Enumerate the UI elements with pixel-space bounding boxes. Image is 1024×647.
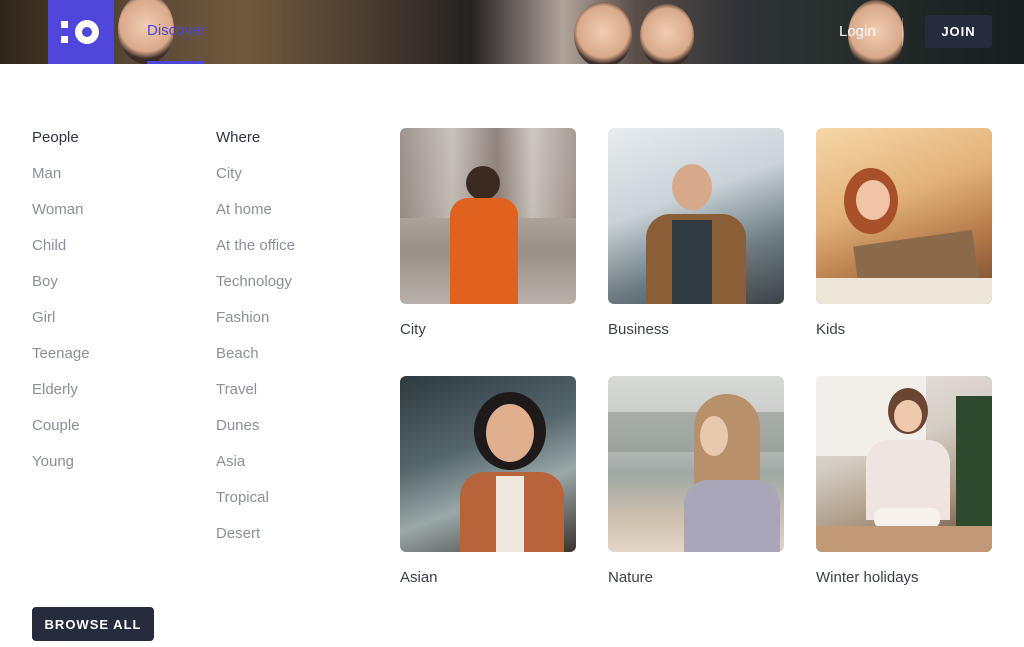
tile-photo	[816, 376, 992, 552]
people-item-teenage[interactable]: Teenage	[32, 344, 90, 380]
category-tile-kids[interactable]: Kids	[816, 128, 992, 338]
where-item-city[interactable]: City	[216, 164, 295, 200]
logo-icon	[61, 20, 99, 44]
where-item-beach[interactable]: Beach	[216, 344, 295, 380]
tile-photo	[608, 128, 784, 304]
header-photo-face	[640, 4, 694, 64]
where-item-fashion[interactable]: Fashion	[216, 308, 295, 344]
tile-caption: Winter holidays	[816, 569, 919, 586]
where-item-travel[interactable]: Travel	[216, 380, 295, 416]
people-item-young[interactable]: Young	[32, 452, 90, 488]
category-tile-asian[interactable]: Asian	[400, 376, 576, 586]
people-item-child[interactable]: Child	[32, 236, 90, 272]
where-item-at-home[interactable]: At home	[216, 200, 295, 236]
where-item-dunes[interactable]: Dunes	[216, 416, 295, 452]
tile-photo	[816, 128, 992, 304]
header-photo-face	[574, 2, 632, 64]
login-link[interactable]: Login	[839, 23, 876, 40]
category-tile-business[interactable]: Business	[608, 128, 784, 338]
where-item-technology[interactable]: Technology	[216, 272, 295, 308]
where-category-column: Where City At home At the office Technol…	[216, 128, 295, 560]
tile-photo	[608, 376, 784, 552]
browse-all-button[interactable]: BROWSE ALL	[32, 607, 154, 641]
people-item-elderly[interactable]: Elderly	[32, 380, 90, 416]
where-item-desert[interactable]: Desert	[216, 524, 295, 560]
people-item-couple[interactable]: Couple	[32, 416, 90, 452]
people-category-column: People Man Woman Child Boy Girl Teenage …	[32, 128, 90, 488]
tile-photo	[400, 128, 576, 304]
people-item-girl[interactable]: Girl	[32, 308, 90, 344]
tile-caption: Nature	[608, 569, 654, 586]
tile-caption: City	[400, 321, 426, 338]
where-heading: Where	[216, 129, 261, 146]
top-header: Discover Login JOIN	[0, 0, 1024, 64]
where-item-tropical[interactable]: Tropical	[216, 488, 295, 524]
nav-active-indicator	[147, 61, 204, 64]
people-item-boy[interactable]: Boy	[32, 272, 90, 308]
nav-divider	[902, 18, 903, 46]
people-item-man[interactable]: Man	[32, 164, 90, 200]
category-tile-winter-holidays[interactable]: Winter holidays	[816, 376, 992, 586]
tile-caption: Kids	[816, 321, 846, 338]
tile-caption: Asian	[400, 569, 438, 586]
tile-photo	[400, 376, 576, 552]
tile-caption: Business	[608, 321, 669, 338]
join-button[interactable]: JOIN	[925, 15, 992, 48]
nav-discover-link[interactable]: Discover	[147, 22, 205, 39]
people-heading: People	[32, 129, 79, 146]
where-item-asia[interactable]: Asia	[216, 452, 295, 488]
category-tile-nature[interactable]: Nature	[608, 376, 784, 586]
category-tile-city[interactable]: City	[400, 128, 576, 338]
brand-logo[interactable]	[48, 0, 114, 64]
where-item-at-the-office[interactable]: At the office	[216, 236, 295, 272]
people-item-woman[interactable]: Woman	[32, 200, 90, 236]
